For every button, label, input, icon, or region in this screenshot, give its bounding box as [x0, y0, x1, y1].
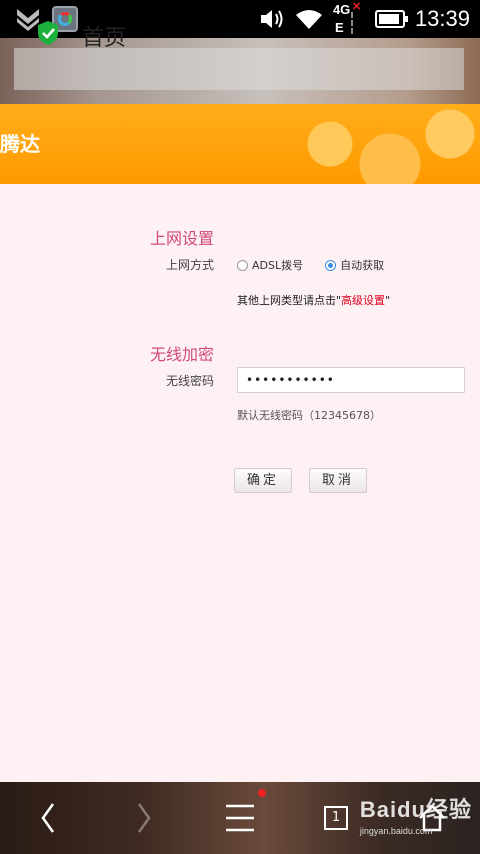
shield-check-icon: [38, 21, 58, 45]
clock: 13:39: [414, 6, 470, 31]
connection-type-label: 上网方式: [166, 258, 215, 272]
confirm-button[interactable]: 确定: [234, 468, 292, 493]
cellular-icon: 4G ✕ E: [332, 1, 365, 36]
watermark: Baidu经验 jingyan.baidu.com: [360, 792, 472, 836]
cancel-button[interactable]: 取消: [309, 468, 367, 493]
default-password-note: 默认无线密码（12345678）: [237, 409, 381, 422]
internet-settings-title: 上网设置: [150, 229, 215, 248]
hint-prefix: 其他上网类型请点击": [237, 294, 342, 307]
connection-type-options: ADSL拨号 自动获取: [237, 257, 384, 273]
radio-adsl-label[interactable]: ADSL拨号: [252, 257, 303, 273]
forward-icon[interactable]: [114, 782, 174, 854]
network-sub: E: [334, 20, 344, 35]
browser-header: [0, 38, 480, 104]
wifi-icon: [295, 10, 322, 29]
advanced-hint: 其他上网类型请点击"高级设置": [237, 292, 390, 308]
watermark-logo: Baidu经验: [359, 797, 472, 822]
brand-text: 腾达: [0, 132, 40, 156]
brand-banner: 腾达: [0, 104, 480, 184]
watermark-url: jingyan.baidu.com: [359, 826, 433, 836]
hint-suffix: ": [385, 294, 391, 307]
wireless-encryption-title: 无线加密: [150, 345, 215, 364]
address-bar[interactable]: [14, 48, 464, 90]
battery-icon: [374, 10, 408, 28]
status-bar: 4G ✕ E 13:39: [0, 0, 480, 38]
radio-auto[interactable]: [325, 259, 337, 271]
radio-adsl[interactable]: [237, 259, 248, 271]
tab-count: 1: [324, 806, 348, 830]
back-icon[interactable]: [18, 782, 78, 854]
radio-auto-label[interactable]: 自动获取: [340, 257, 384, 273]
page-title: 首页: [82, 26, 127, 51]
volume-icon: [260, 10, 283, 28]
wireless-password-input[interactable]: •••••••••••: [237, 367, 465, 393]
advanced-settings-link[interactable]: 高级设置: [341, 294, 385, 307]
wireless-password-label: 无线密码: [166, 374, 215, 388]
network-type: 4G: [332, 2, 351, 17]
tabs-icon[interactable]: 1: [306, 782, 366, 854]
menu-notification-dot: [258, 789, 266, 797]
